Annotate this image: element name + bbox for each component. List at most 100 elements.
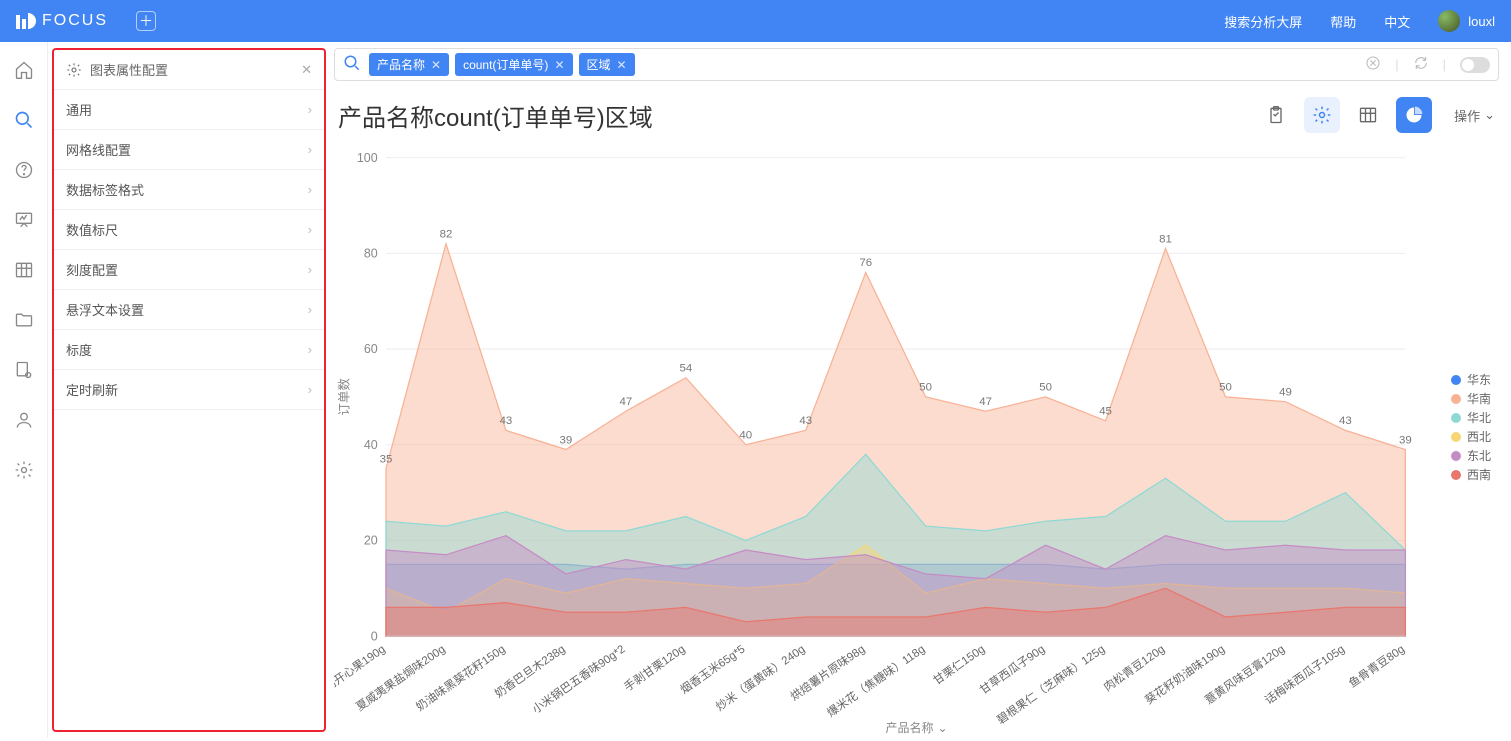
nav-question[interactable] [8, 154, 40, 186]
chevron-right-icon: › [308, 142, 312, 157]
chip-1[interactable]: count(订单单号)✕ [455, 53, 572, 76]
svg-text:手剥甘栗120g: 手剥甘栗120g [621, 642, 687, 694]
title-row: 产品名称count(订单单号)区域 操作⌄ [338, 97, 1495, 133]
legend-swatch [1451, 451, 1461, 461]
svg-text:43: 43 [500, 415, 513, 427]
add-button[interactable]: ＋ [136, 11, 156, 31]
nav-help[interactable]: 帮助 [1330, 12, 1356, 31]
clipboard-button[interactable] [1258, 97, 1294, 133]
logo-icon [16, 13, 36, 29]
legend-item-1[interactable]: 华南 [1451, 390, 1491, 407]
legend-swatch [1451, 375, 1461, 385]
search-bar: 产品名称✕count(订单单号)✕区域✕ | | [334, 48, 1499, 81]
chevron-right-icon: › [308, 342, 312, 357]
svg-text:76: 76 [859, 257, 872, 269]
config-item-4[interactable]: 刻度配置› [54, 250, 324, 290]
legend-item-3[interactable]: 西北 [1451, 428, 1491, 445]
nav-search[interactable] [8, 104, 40, 136]
chevron-down-icon: ⌄ [937, 721, 947, 735]
close-icon[interactable]: ✕ [554, 58, 564, 72]
svg-text:35: 35 [380, 453, 393, 465]
nav-presentation[interactable] [8, 204, 40, 236]
top-bar: FOCUS ＋ 搜索分析大屏 帮助 中文 louxl [0, 0, 1511, 42]
page-title: 产品名称count(订单单号)区域 [338, 98, 653, 133]
side-nav [0, 42, 48, 738]
svg-text:20: 20 [364, 534, 378, 548]
svg-text:81: 81 [1159, 233, 1172, 245]
svg-text:50: 50 [1039, 382, 1052, 394]
legend-swatch [1451, 394, 1461, 404]
nav-folder[interactable] [8, 304, 40, 336]
top-right-nav: 搜索分析大屏 帮助 中文 louxl [1224, 10, 1495, 32]
legend-swatch [1451, 413, 1461, 423]
chevron-right-icon: › [308, 302, 312, 317]
user-name: louxl [1468, 14, 1495, 29]
config-item-6[interactable]: 标度› [54, 330, 324, 370]
clear-icon[interactable] [1365, 55, 1381, 74]
nav-table[interactable] [8, 254, 40, 286]
config-item-5[interactable]: 悬浮文本设置› [54, 290, 324, 330]
chart-type-button[interactable] [1396, 97, 1432, 133]
main-area: 产品名称✕count(订单单号)✕区域✕ | | 产品名称count(订单单号)… [330, 42, 1511, 738]
svg-text:43: 43 [799, 415, 812, 427]
svg-text:47: 47 [619, 396, 632, 408]
search-icon[interactable] [343, 54, 361, 75]
svg-text:50: 50 [1219, 382, 1232, 394]
svg-text:碧根果仁（芝麻味）125g: 碧根果仁（芝麻味）125g [994, 642, 1107, 727]
operations-menu[interactable]: 操作⌄ [1454, 106, 1495, 125]
chevron-right-icon: › [308, 182, 312, 197]
chevron-right-icon: › [308, 262, 312, 277]
svg-text:订单数: 订单数 [337, 378, 352, 416]
config-item-7[interactable]: 定时刷新› [54, 370, 324, 410]
nav-user[interactable] [8, 404, 40, 436]
svg-text:50: 50 [919, 382, 932, 394]
nav-lang[interactable]: 中文 [1384, 12, 1410, 31]
close-icon[interactable]: ✕ [431, 58, 441, 72]
legend-item-5[interactable]: 西南 [1451, 466, 1491, 483]
legend-swatch [1451, 432, 1461, 442]
svg-text:40: 40 [364, 438, 378, 452]
chart-container: 020406080100订单数3582433947544043765047504… [334, 139, 1499, 738]
nav-home[interactable] [8, 54, 40, 86]
nav-dashboard[interactable]: 搜索分析大屏 [1224, 12, 1302, 31]
x-axis-title[interactable]: 产品名称 ⌄ [885, 719, 947, 736]
table-view-button[interactable] [1350, 97, 1386, 133]
settings-button[interactable] [1304, 97, 1340, 133]
nav-data-config[interactable] [8, 354, 40, 386]
chart-legend: 华东华南华北西北东北西南 [1451, 369, 1491, 485]
svg-text:49: 49 [1279, 386, 1292, 398]
svg-text:39: 39 [1399, 434, 1412, 446]
svg-text:0: 0 [371, 629, 378, 643]
legend-item-2[interactable]: 华北 [1451, 409, 1491, 426]
close-icon[interactable]: ✕ [301, 62, 312, 78]
svg-text:43: 43 [1339, 415, 1352, 427]
gear-icon [66, 62, 82, 78]
close-icon[interactable]: ✕ [617, 58, 627, 72]
config-header: 图表属性配置 ✕ [54, 50, 324, 90]
chevron-right-icon: › [308, 222, 312, 237]
config-item-2[interactable]: 数据标签格式› [54, 170, 324, 210]
chevron-down-icon: ⌄ [1484, 107, 1495, 123]
svg-text:45: 45 [1099, 406, 1112, 418]
area-chart[interactable]: 020406080100订单数3582433947544043765047504… [334, 139, 1499, 738]
svg-text:80: 80 [364, 247, 378, 261]
refresh-icon[interactable] [1413, 55, 1429, 74]
chevron-right-icon: › [308, 382, 312, 397]
config-item-1[interactable]: 网格线配置› [54, 130, 324, 170]
brand-text: FOCUS [42, 12, 108, 30]
chip-0[interactable]: 产品名称✕ [369, 53, 449, 76]
chip-2[interactable]: 区域✕ [579, 53, 635, 76]
config-item-0[interactable]: 通用› [54, 90, 324, 130]
nav-settings[interactable] [8, 454, 40, 486]
legend-item-4[interactable]: 东北 [1451, 447, 1491, 464]
legend-item-0[interactable]: 华东 [1451, 371, 1491, 388]
svg-text:100: 100 [357, 151, 378, 165]
live-toggle[interactable] [1460, 57, 1490, 73]
svg-text:40: 40 [739, 430, 752, 442]
chevron-right-icon: › [308, 102, 312, 117]
brand-logo: FOCUS [16, 12, 108, 30]
svg-text:47: 47 [979, 396, 992, 408]
config-item-3[interactable]: 数值标尺› [54, 210, 324, 250]
avatar [1438, 10, 1460, 32]
user-menu[interactable]: louxl [1438, 10, 1495, 32]
